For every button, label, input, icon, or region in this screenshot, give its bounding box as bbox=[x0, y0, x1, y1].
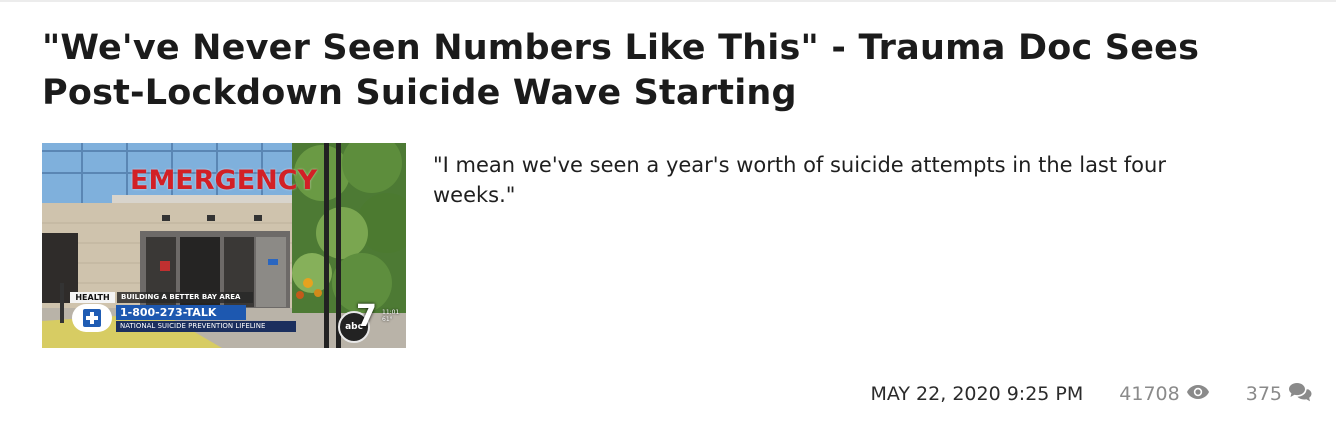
segment-topic: BUILDING A BETTER BAY AREA bbox=[117, 292, 253, 303]
view-count-value: 41708 bbox=[1119, 383, 1180, 405]
channel-number: 7 bbox=[356, 299, 377, 334]
lifeline-caption: NATIONAL SUICIDE PREVENTION LIFELINE bbox=[116, 321, 296, 332]
article-title-link[interactable]: "We've Never Seen Numbers Like This" - T… bbox=[42, 26, 1312, 116]
publish-date: MAY 22, 2020 9:25 PM bbox=[870, 383, 1084, 405]
lifeline-phone-number: 1-800-273-TALK bbox=[116, 305, 246, 320]
comments-icon bbox=[1288, 382, 1314, 407]
medical-cross-icon bbox=[72, 304, 112, 332]
eye-icon bbox=[1186, 383, 1210, 405]
top-divider bbox=[0, 0, 1336, 2]
article-excerpt: "I mean we've seen a year's worth of sui… bbox=[433, 153, 1166, 207]
broadcast-temperature: 61° bbox=[382, 316, 393, 323]
news-lower-third: HEALTH BUILDING A BETTER BAY AREA 1-800-… bbox=[70, 292, 330, 334]
broadcast-clock: 11:01 61° bbox=[382, 309, 399, 323]
comment-count[interactable]: 375 bbox=[1246, 382, 1314, 407]
comment-count-value: 375 bbox=[1245, 383, 1282, 405]
emergency-sign-text: EMERGENCY bbox=[130, 165, 318, 196]
article-header: "We've Never Seen Numbers Like This" - T… bbox=[42, 26, 1312, 116]
health-tag: HEALTH bbox=[70, 292, 115, 303]
article-meta: MAY 22, 2020 9:25 PM 41708 375 bbox=[871, 380, 1315, 408]
article-thumbnail[interactable]: EMERGENCY HEALTH BUILDING A BETTER BAY A… bbox=[42, 143, 406, 348]
broadcast-time: 11:01 bbox=[382, 309, 400, 316]
view-count[interactable]: 41708 bbox=[1119, 383, 1209, 405]
